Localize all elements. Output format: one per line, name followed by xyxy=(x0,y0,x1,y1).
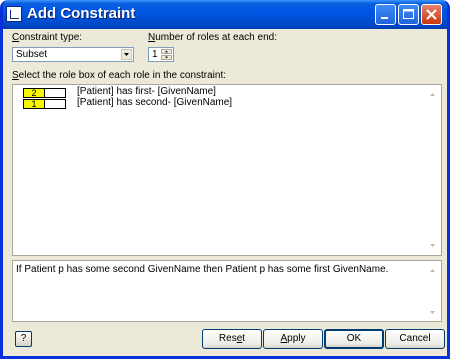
role-box-first[interactable]: 1 xyxy=(23,99,45,109)
constraint-type-label: Constraint type: xyxy=(12,32,82,43)
chevron-down-icon[interactable] xyxy=(121,49,132,60)
title-bar[interactable]: Add Constraint xyxy=(3,0,447,29)
constraint-type-select[interactable]: Subset xyxy=(12,47,134,62)
spin-up-icon[interactable] xyxy=(161,49,172,54)
reset-label-pre: Res xyxy=(218,333,237,344)
close-icon xyxy=(426,9,437,20)
scroll-up-icon[interactable] xyxy=(427,265,438,276)
constraint-type-value: Subset xyxy=(16,49,48,60)
constraint-type-label-text: onstraint type: xyxy=(19,32,83,43)
role-box-number: 2 xyxy=(31,88,37,98)
scroll-down-icon[interactable] xyxy=(427,240,438,251)
ok-label: OK xyxy=(346,333,362,344)
ok-button[interactable]: OK xyxy=(324,329,384,349)
roles-per-end-label-text: umber of roles at each end: xyxy=(155,32,277,43)
close-button[interactable] xyxy=(421,4,442,25)
spin-down-icon[interactable] xyxy=(161,55,172,60)
roles-per-end-stepper[interactable]: 1 xyxy=(148,47,174,62)
help-label: ? xyxy=(20,333,27,344)
cancel-label: Cancel xyxy=(399,333,431,344)
role-row-text: [Patient] has second- [GivenName] xyxy=(77,97,233,108)
cancel-button[interactable]: Cancel xyxy=(385,329,445,349)
maximize-icon xyxy=(403,9,414,19)
role-select-label-mnemonic: S xyxy=(12,70,19,81)
role-box-second[interactable] xyxy=(44,88,66,98)
roles-per-end-value: 1 xyxy=(152,49,158,60)
role-row-text: [Patient] has first- [GivenName] xyxy=(77,86,216,97)
role-box-number: 1 xyxy=(31,99,37,109)
role-box-first[interactable]: 2 xyxy=(23,88,45,98)
roles-per-end-label: Number of roles at each end: xyxy=(148,32,277,43)
scroll-up-icon[interactable] xyxy=(427,89,438,100)
role-select-list[interactable]: 2 [Patient] has first- [GivenName] 1 [Pa… xyxy=(12,84,442,256)
window-title: Add Constraint xyxy=(27,5,136,22)
scroll-down-icon[interactable] xyxy=(427,307,438,318)
apply-label-post: pply xyxy=(287,333,306,344)
role-select-label-text: elect the role box of each role in the c… xyxy=(18,70,227,81)
readout-text: If Patient p has some second GivenName t… xyxy=(16,264,389,275)
add-constraint-dialog: Add Constraint Constraint type: Subset N… xyxy=(0,0,450,359)
maximize-button[interactable] xyxy=(398,4,419,25)
minimize-button[interactable] xyxy=(375,4,396,25)
app-icon xyxy=(6,6,22,22)
reset-label-post: t xyxy=(242,333,246,344)
constraint-readout[interactable]: If Patient p has some second GivenName t… xyxy=(12,260,442,322)
minimize-icon xyxy=(381,17,388,19)
reset-button[interactable]: Reset xyxy=(202,329,262,349)
role-select-label: Select the role box of each role in the … xyxy=(12,70,226,81)
role-box-second[interactable] xyxy=(44,99,66,109)
apply-button[interactable]: Apply xyxy=(263,329,323,349)
help-button[interactable]: ? xyxy=(15,331,32,347)
